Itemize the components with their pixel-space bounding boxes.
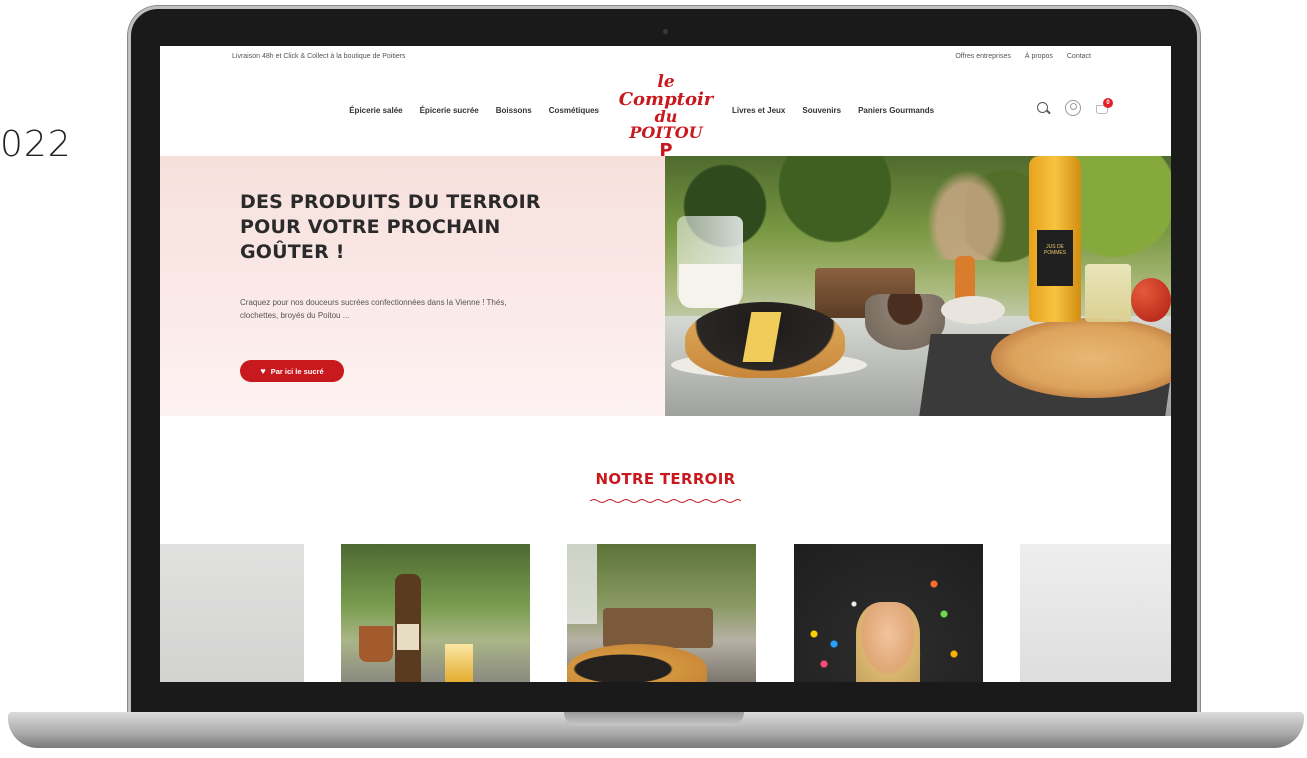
nav-left: Épicerie salée Épicerie sucrée Boissons …: [349, 106, 599, 115]
carousel-card-sweets[interactable]: [567, 544, 756, 682]
cart-count-badge: 0: [1103, 98, 1113, 108]
nav-item-paniers-gourmands[interactable]: Paniers Gourmands: [858, 106, 934, 115]
photo-juice-glass: [1085, 264, 1131, 322]
hero-description-line-2: clochettes, broyés du Poitou ...: [240, 311, 350, 320]
search-icon[interactable]: [1036, 101, 1051, 116]
photo-milk: [679, 264, 741, 308]
header-icons: 0: [1036, 98, 1113, 116]
hero-description-line-1: Craquez pour nos douceurs sucrées confec…: [240, 298, 507, 307]
photo-pampas-grass: [927, 170, 1007, 260]
card-beer-label: [397, 624, 419, 650]
link-offres-entreprises[interactable]: Offres entreprises: [955, 53, 1011, 60]
user-icon[interactable]: [1065, 100, 1081, 116]
hero-title-line-3: GOÛTER !: [240, 241, 345, 263]
website-screen: Livraison 48h et Click & Collect à la bo…: [160, 46, 1171, 682]
delivery-text: Livraison 48h et Click & Collect à la bo…: [232, 53, 406, 60]
card-confetti: [794, 544, 983, 682]
main-nav: Épicerie salée Épicerie sucrée Boissons …: [160, 68, 1171, 160]
nav-item-boissons[interactable]: Boissons: [496, 106, 532, 115]
heart-icon: ♥: [260, 366, 266, 376]
side-text: 022: [0, 124, 72, 165]
card-black-cake: [567, 644, 707, 682]
hero-banner: DES PRODUITS DU TERROIR POUR VOTRE PROCH…: [160, 156, 1171, 416]
top-links: Offres entreprises À propos Contact: [955, 53, 1091, 60]
nav-item-cosmetiques[interactable]: Cosmétiques: [549, 106, 599, 115]
card-plant-pot: [359, 626, 393, 662]
nav-item-livres-et-jeux[interactable]: Livres et Jeux: [732, 106, 785, 115]
hero-description: Craquez pour nos douceurs sucrées confec…: [240, 296, 600, 322]
card-tin-box: [603, 608, 713, 648]
nav-item-epicerie-sucree[interactable]: Épicerie sucrée: [420, 106, 479, 115]
hero-title: DES PRODUITS DU TERROIR POUR VOTRE PROCH…: [240, 190, 620, 265]
section-title-underline: [590, 499, 741, 503]
link-contact[interactable]: Contact: [1067, 53, 1091, 60]
carousel-card-beer[interactable]: [341, 544, 530, 682]
nav-right: Livres et Jeux Souvenirs Paniers Gourman…: [732, 106, 934, 115]
card-beer-glass: [445, 644, 473, 682]
site-logo[interactable]: le Comptoir du POITOU P: [616, 68, 716, 160]
card-milk-pitcher: [567, 544, 597, 624]
carousel-card-faded-left[interactable]: [160, 544, 304, 682]
stage: 022 Livraison 48h et Click & Collect à l…: [0, 0, 1307, 758]
top-bar: Livraison 48h et Click & Collect à la bo…: [160, 46, 1171, 68]
section-title: NOTRE TERROIR: [595, 470, 736, 488]
carousel-card-confetti[interactable]: [794, 544, 983, 682]
laptop-notch: [564, 712, 744, 726]
carousel-card-faded-right[interactable]: [1020, 544, 1171, 682]
camera-dot: [663, 29, 668, 34]
link-a-propos[interactable]: À propos: [1025, 53, 1053, 60]
hero-title-line-1: DES PRODUITS DU TERROIR: [240, 191, 541, 213]
photo-apple: [1131, 278, 1171, 322]
cart-icon[interactable]: 0: [1095, 98, 1113, 115]
hero-photo: JUS DE POMMES: [665, 156, 1171, 416]
hero-title-line-2: POUR VOTRE PROCHAIN: [240, 216, 501, 238]
logo-line-3: du POITOU: [629, 107, 703, 142]
photo-bottle-label: JUS DE POMMES: [1037, 230, 1073, 286]
hero-cta-label: Par ici le sucré: [270, 366, 324, 376]
nav-item-epicerie-salee[interactable]: Épicerie salée: [349, 106, 402, 115]
nav-item-souvenirs[interactable]: Souvenirs: [802, 106, 841, 115]
hero-text-panel: DES PRODUITS DU TERROIR POUR VOTRE PROCH…: [160, 156, 665, 416]
photo-small-bowl: [941, 296, 1005, 324]
hero-cta-button[interactable]: ♥ Par ici le sucré: [240, 360, 344, 382]
